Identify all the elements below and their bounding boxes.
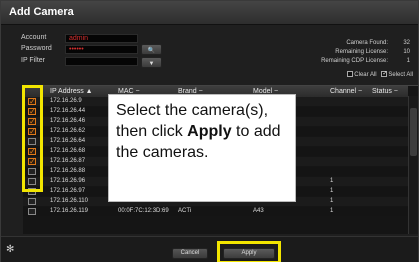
callout-bold-apply: Apply — [187, 123, 232, 140]
ip-filter-label: IP Filter — [21, 57, 45, 64]
loading-spinner-icon: ✻ — [6, 244, 15, 255]
cell-ip: 172.16.26.46 — [50, 118, 86, 124]
cell-channel: 1 — [330, 208, 334, 214]
select-all-checkbox[interactable] — [381, 71, 388, 77]
dialog-title: Add Camera — [9, 6, 74, 18]
select-all-option[interactable]: Select All — [381, 71, 413, 78]
cell-ip: 172.16.26.97 — [50, 188, 86, 194]
apply-button-highlight — [217, 241, 281, 262]
cell-ip: 172.16.26.119 — [50, 208, 88, 214]
clear-all-option[interactable]: Clear All — [347, 71, 377, 78]
cell-ip: 172.16.26.44 — [50, 108, 86, 114]
table-scrollbar[interactable] — [408, 96, 418, 234]
ip-filter-field[interactable] — [65, 57, 138, 66]
camera-found-value: 32 — [403, 40, 410, 46]
cell-ip: 172.16.26.87 — [50, 158, 86, 164]
scroll-thumb[interactable] — [410, 108, 417, 156]
password-field[interactable]: •••••• — [65, 45, 138, 54]
cell-ip: 172.16.26.64 — [50, 138, 86, 144]
account-field[interactable]: admin — [65, 34, 138, 43]
remaining-cdp-value: 1 — [406, 58, 410, 64]
instruction-callout: Select the camera(s), then click Apply t… — [108, 94, 296, 202]
cell-ip: 172.16.26.110 — [50, 198, 88, 204]
dialog-titlebar: Add Camera — [1, 1, 418, 25]
clear-all-checkbox[interactable] — [347, 71, 354, 77]
cell-ip: 172.16.26.96 — [50, 178, 86, 184]
remaining-cdp-label: Remaining CDP License: — [321, 58, 388, 64]
table-row[interactable]: 172.16.26.119 00:0F:7C:12:3D:69 ACTi A43 1 — [23, 207, 408, 216]
cell-mac: 00:0F:7C:12:3D:69 — [118, 208, 169, 214]
cell-channel: 1 — [330, 178, 334, 184]
search-icon: 🔍 — [147, 48, 156, 54]
cell-channel: 1 — [330, 188, 334, 194]
search-button[interactable]: 🔍 — [141, 44, 162, 55]
header-ip-address[interactable]: IP Address ▲ — [50, 88, 93, 95]
cell-model: A43 — [253, 208, 264, 214]
cell-brand: ACTi — [178, 208, 192, 214]
cell-ip: 172.16.26.62 — [50, 128, 86, 134]
cell-ip: 172.16.26.9 — [50, 98, 82, 104]
callout-text: Select the camera(s), then click Apply t… — [116, 100, 296, 163]
row-checkbox[interactable] — [28, 198, 36, 205]
remaining-license-value: 10 — [403, 49, 410, 55]
cancel-button[interactable]: Cancel — [172, 248, 208, 259]
camera-found-label: Camera Found: — [346, 40, 388, 46]
cell-ip: 172.16.26.68 — [50, 148, 86, 154]
clear-all-label: Clear All — [354, 71, 377, 78]
cell-channel: 1 — [330, 198, 334, 204]
license-stats: Camera Found: 32 Remaining License: 10 Rem… — [250, 40, 410, 67]
cell-ip: 172.16.26.88 — [50, 168, 86, 174]
selection-options: Clear All Select All — [347, 71, 413, 78]
add-camera-dialog: Add Camera Account admin Password ••••••… — [0, 0, 419, 262]
header-status[interactable]: Status − — [372, 88, 398, 95]
dialog-footer: ✻ Cancel Apply — [1, 236, 418, 262]
row-checkbox[interactable] — [28, 208, 36, 215]
remaining-license-label: Remaining License: — [335, 49, 388, 55]
filter-button[interactable]: ▼ — [141, 57, 162, 68]
filter-icon: ▼ — [148, 61, 155, 67]
checkbox-column-highlight — [22, 85, 43, 192]
password-label: Password — [21, 45, 52, 52]
select-all-label: Select All — [388, 71, 413, 78]
header-channel[interactable]: Channel − — [330, 88, 362, 95]
account-label: Account — [21, 34, 47, 41]
